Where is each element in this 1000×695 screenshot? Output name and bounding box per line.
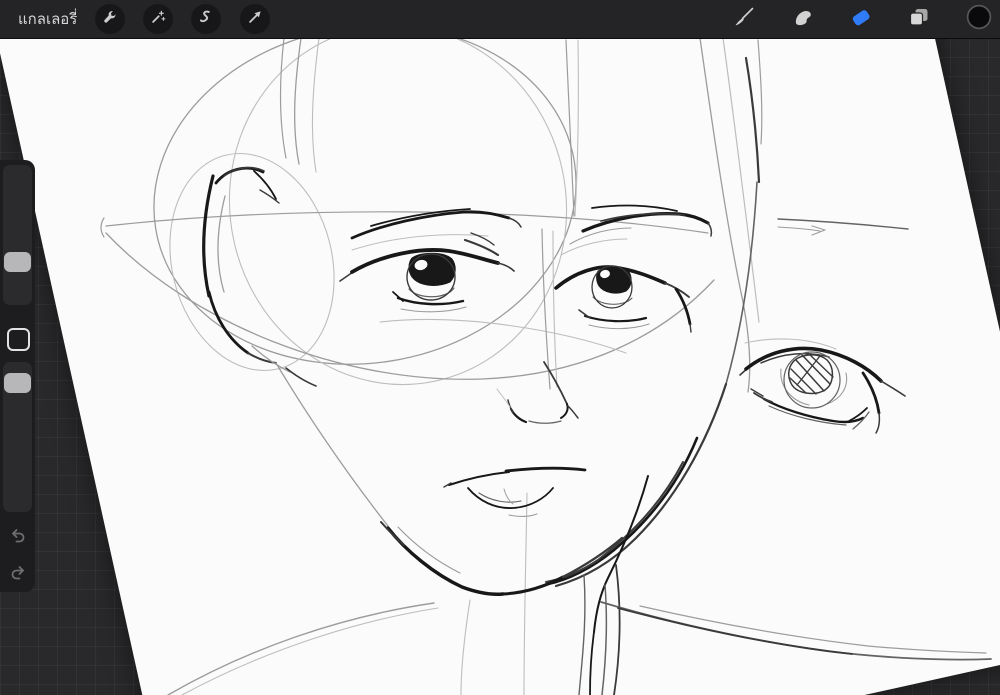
top-toolbar: แกลเลอรี่ — [0, 0, 1000, 39]
redo-icon — [6, 561, 30, 589]
color-button[interactable] — [966, 4, 992, 34]
actions-button[interactable] — [95, 4, 125, 34]
app-window: แกลเลอรี่ — [0, 0, 1000, 695]
arrow-cursor-icon — [246, 8, 264, 30]
wrench-icon — [101, 8, 119, 30]
sidebar — [0, 160, 35, 592]
drawing-canvas[interactable] — [0, 0, 1000, 695]
selection-button[interactable] — [191, 4, 221, 34]
smudge-icon — [791, 5, 815, 33]
brush-size-slider[interactable] — [3, 165, 32, 305]
layers-icon — [907, 5, 931, 33]
undo-icon — [6, 524, 30, 552]
paint-tool-button[interactable] — [731, 6, 757, 32]
undo-button[interactable] — [5, 525, 31, 551]
transform-button[interactable] — [240, 4, 270, 34]
color-swatch-icon — [966, 4, 992, 34]
opacity-handle[interactable] — [4, 373, 31, 393]
gallery-button[interactable]: แกลเลอรี่ — [18, 0, 77, 38]
redo-button[interactable] — [5, 562, 31, 588]
layers-button[interactable] — [906, 6, 932, 32]
modify-button[interactable] — [7, 328, 30, 351]
smudge-tool-button[interactable] — [790, 6, 816, 32]
magic-wand-icon — [149, 8, 167, 30]
brush-size-handle[interactable] — [4, 252, 31, 272]
adjustments-button[interactable] — [143, 4, 173, 34]
eraser-icon — [848, 4, 874, 34]
s-curve-icon — [197, 8, 215, 30]
erase-tool-button[interactable] — [848, 6, 874, 32]
brush-icon — [732, 5, 756, 33]
